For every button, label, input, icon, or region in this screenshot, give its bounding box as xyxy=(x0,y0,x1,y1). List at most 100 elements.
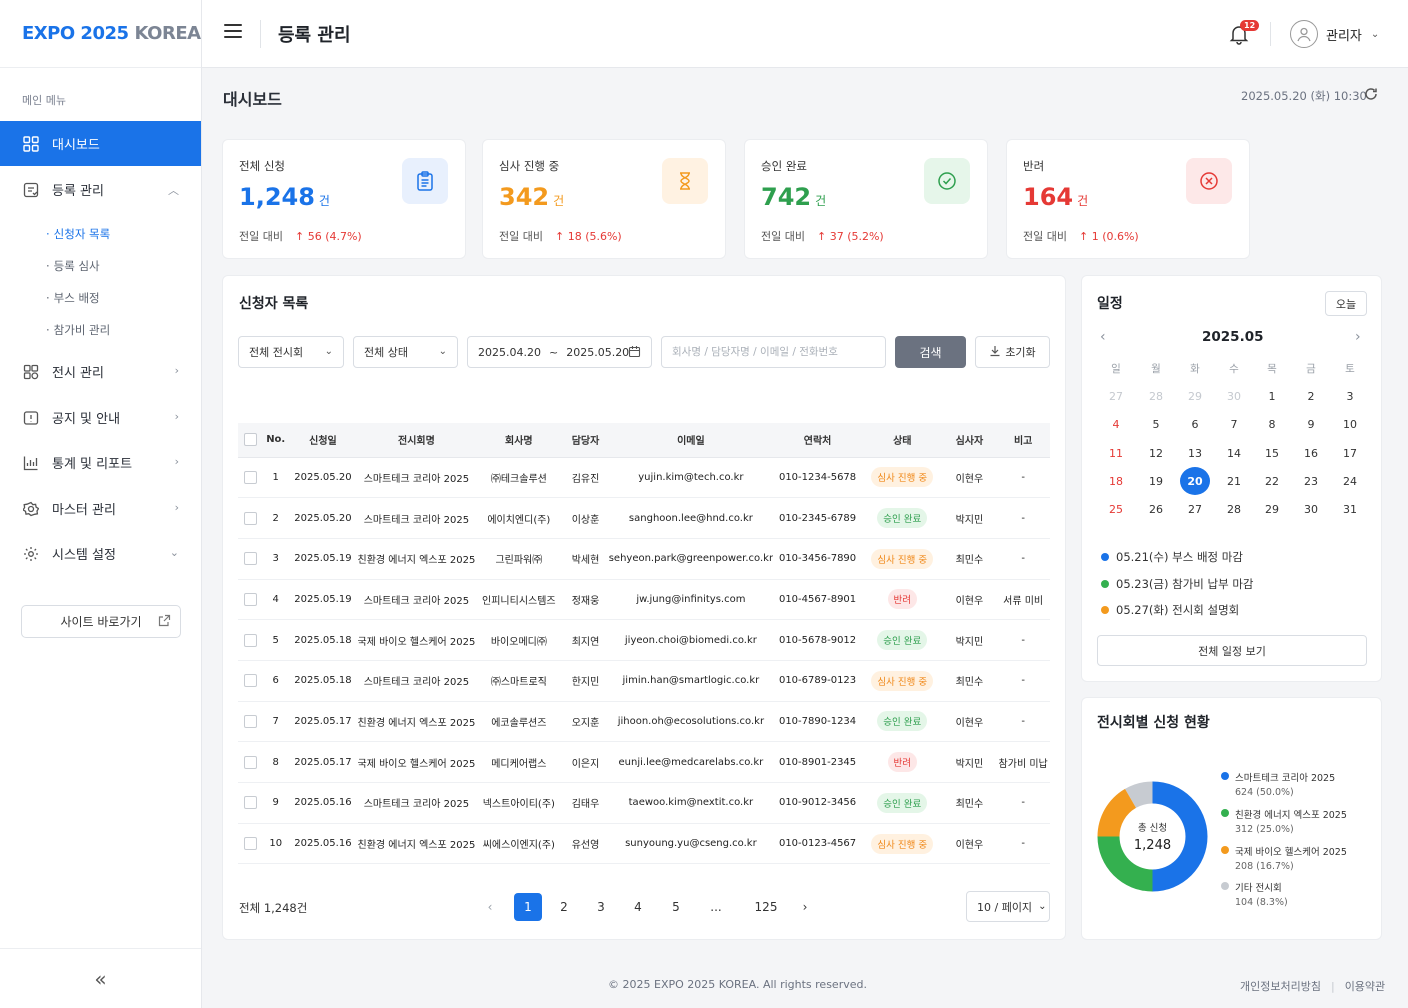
nav-registration[interactable]: 등록 관리 ︿ xyxy=(0,167,201,212)
privacy-policy-link[interactable]: 개인정보처리방침 xyxy=(1240,980,1321,993)
col-phone[interactable]: 연락처 xyxy=(773,423,863,458)
calendar-day[interactable]: 7 xyxy=(1219,410,1249,438)
row-checkbox[interactable] xyxy=(238,579,263,621)
calendar-day[interactable]: 17 xyxy=(1335,439,1365,467)
search-input[interactable] xyxy=(661,336,886,368)
site-shortcut-button[interactable]: 사이트 바로가기 xyxy=(21,605,181,638)
prev-month-button[interactable]: ‹ xyxy=(1100,329,1106,345)
calendar-day[interactable]: 12 xyxy=(1141,439,1171,467)
calendar-day[interactable]: 10 xyxy=(1335,410,1365,438)
row-checkbox[interactable] xyxy=(238,701,263,743)
subnav-registration-review[interactable]: · 등록 심사 xyxy=(46,258,100,274)
refresh-icon[interactable] xyxy=(1363,86,1379,105)
page-button-last[interactable]: 125 xyxy=(750,893,782,921)
per-page-select[interactable]: 10 / 페이지 ⌄ xyxy=(966,891,1050,922)
table-row[interactable]: 10 2025.05.16 친환경 에너지 엑스포 2025 씨에스이엔지(주) 유선영… xyxy=(238,823,1050,865)
calendar-day[interactable]: 30 xyxy=(1296,495,1326,523)
page-button-3[interactable]: 3 xyxy=(587,893,615,921)
page-next-button[interactable]: › xyxy=(791,893,819,921)
calendar-day[interactable]: 9 xyxy=(1296,410,1326,438)
row-checkbox[interactable] xyxy=(238,741,263,783)
event-item[interactable]: 05.27(화) 전시회 설명회 xyxy=(1101,602,1239,618)
page-button-2[interactable]: 2 xyxy=(550,893,578,921)
calendar-day[interactable]: 13 xyxy=(1180,439,1210,467)
nav-master[interactable]: 마스터 관리 › xyxy=(0,486,201,531)
calendar-day[interactable]: 16 xyxy=(1296,439,1326,467)
status-filter-select[interactable]: 전체 상태 ⌄ xyxy=(353,336,458,368)
calendar-day[interactable]: 28 xyxy=(1219,495,1249,523)
calendar-day[interactable]: 27 xyxy=(1180,495,1210,523)
calendar-day[interactable]: 24 xyxy=(1335,467,1365,495)
row-checkbox[interactable] xyxy=(238,619,263,661)
col-date[interactable]: 신청일 xyxy=(288,423,358,458)
row-checkbox[interactable] xyxy=(238,782,263,824)
calendar-day[interactable]: 19 xyxy=(1141,467,1171,495)
calendar-day[interactable]: 8 xyxy=(1257,410,1287,438)
table-row[interactable]: 2 2025.05.20 스마트테크 코리아 2025 에이치엔디(주) 이상훈 sang… xyxy=(238,497,1050,539)
calendar-day[interactable]: 18 xyxy=(1101,467,1131,495)
row-checkbox[interactable] xyxy=(238,823,263,865)
calendar-day[interactable]: 26 xyxy=(1141,495,1171,523)
today-button[interactable]: 오늘 xyxy=(1325,291,1367,316)
brand-logo[interactable]: EXPO 2025 KOREA xyxy=(0,0,201,68)
event-item[interactable]: 05.23(금) 참가비 납부 마감 xyxy=(1101,576,1254,592)
table-row[interactable]: 1 2025.05.20 스마트테크 코리아 2025 ㈜테크솔루션 김유진 yujin.… xyxy=(238,457,1050,499)
full-schedule-button[interactable]: 전체 일정 보기 xyxy=(1097,635,1367,666)
calendar-day[interactable]: 6 xyxy=(1180,410,1210,438)
table-row[interactable]: 6 2025.05.18 스마트테크 코리아 2025 ㈜스마트로직 한지민 jimin.… xyxy=(238,660,1050,702)
col-status[interactable]: 상태 xyxy=(862,423,943,458)
reset-button[interactable]: 초기화 xyxy=(975,336,1050,368)
table-row[interactable]: 5 2025.05.18 국제 바이오 헬스케어 2025 바이오메디㈜ 최지연 jiye… xyxy=(238,619,1050,661)
calendar-day[interactable]: 29 xyxy=(1180,382,1210,410)
row-checkbox[interactable] xyxy=(238,538,263,580)
page-button-1[interactable]: 1 xyxy=(514,893,542,921)
subnav-fee-management[interactable]: · 참가비 관리 xyxy=(46,322,110,338)
calendar-day[interactable]: 21 xyxy=(1219,467,1249,495)
calendar-day[interactable]: 22 xyxy=(1257,467,1287,495)
date-range-picker[interactable]: 2025.04.20 ~ 2025.05.20 xyxy=(467,336,652,368)
calendar-day[interactable]: 23 xyxy=(1296,467,1326,495)
col-reviewer[interactable]: 심사자 xyxy=(942,423,997,458)
collapse-sidebar-button[interactable]: « xyxy=(0,948,201,1008)
nav-notice[interactable]: 공지 및 안내 › xyxy=(0,395,201,440)
calendar-day[interactable]: 27 xyxy=(1101,382,1131,410)
calendar-day[interactable]: 4 xyxy=(1101,410,1131,438)
row-checkbox[interactable] xyxy=(238,660,263,702)
nav-exhibition[interactable]: 전시 관리 › xyxy=(0,349,201,394)
calendar-day[interactable]: 15 xyxy=(1257,439,1287,467)
nav-dashboard[interactable]: 대시보드 xyxy=(0,121,201,166)
table-row[interactable]: 3 2025.05.19 친환경 에너지 엑스포 2025 그린파워㈜ 박세현 sehye… xyxy=(238,538,1050,580)
row-checkbox[interactable] xyxy=(238,457,263,499)
event-item[interactable]: 05.21(수) 부스 배정 마감 xyxy=(1101,549,1243,565)
calendar-day[interactable]: 31 xyxy=(1335,495,1365,523)
search-button[interactable]: 검색 xyxy=(895,336,966,368)
subnav-applicant-list[interactable]: · 신청자 목록 xyxy=(46,226,110,242)
hamburger-menu-icon[interactable] xyxy=(224,24,242,42)
page-button-4[interactable]: 4 xyxy=(624,893,652,921)
next-month-button[interactable]: › xyxy=(1355,329,1361,345)
subnav-booth-assignment[interactable]: · 부스 배정 xyxy=(46,290,100,306)
calendar-day[interactable]: 25 xyxy=(1101,495,1131,523)
calendar-day[interactable]: 14 xyxy=(1219,439,1249,467)
nav-system-settings[interactable]: 시스템 설정 ⌄ xyxy=(0,531,201,576)
page-button-5[interactable]: 5 xyxy=(662,893,690,921)
calendar-day[interactable]: 3 xyxy=(1335,382,1365,410)
terms-link[interactable]: 이용약관 xyxy=(1345,980,1385,993)
table-row[interactable]: 9 2025.05.16 스마트테크 코리아 2025 넥스트아이티(주) 김태우 tae… xyxy=(238,782,1050,824)
user-menu[interactable]: 관리자 ⌄ xyxy=(1290,20,1379,48)
calendar-day[interactable]: 11 xyxy=(1101,439,1131,467)
col-email[interactable]: 이메일 xyxy=(608,423,774,458)
col-company[interactable]: 회사명 xyxy=(475,423,563,458)
calendar-day[interactable]: 30 xyxy=(1219,382,1249,410)
calendar-day[interactable]: 1 xyxy=(1257,382,1287,410)
calendar-day[interactable]: 5 xyxy=(1141,410,1171,438)
select-all-checkbox[interactable] xyxy=(238,423,263,458)
calendar-day[interactable]: 20 xyxy=(1180,467,1210,495)
table-row[interactable]: 7 2025.05.17 친환경 에너지 엑스포 2025 에코솔루션즈 오지훈 jiho… xyxy=(238,701,1050,743)
calendar-day[interactable]: 29 xyxy=(1257,495,1287,523)
col-exhibition[interactable]: 전시회명 xyxy=(357,423,476,458)
col-manager[interactable]: 담당자 xyxy=(562,423,609,458)
page-prev-button[interactable]: ‹ xyxy=(476,893,504,921)
nav-statistics[interactable]: 통계 및 리포트 › xyxy=(0,440,201,485)
table-row[interactable]: 8 2025.05.17 국제 바이오 헬스케어 2025 메디케어랩스 이은지 eunj… xyxy=(238,741,1050,783)
